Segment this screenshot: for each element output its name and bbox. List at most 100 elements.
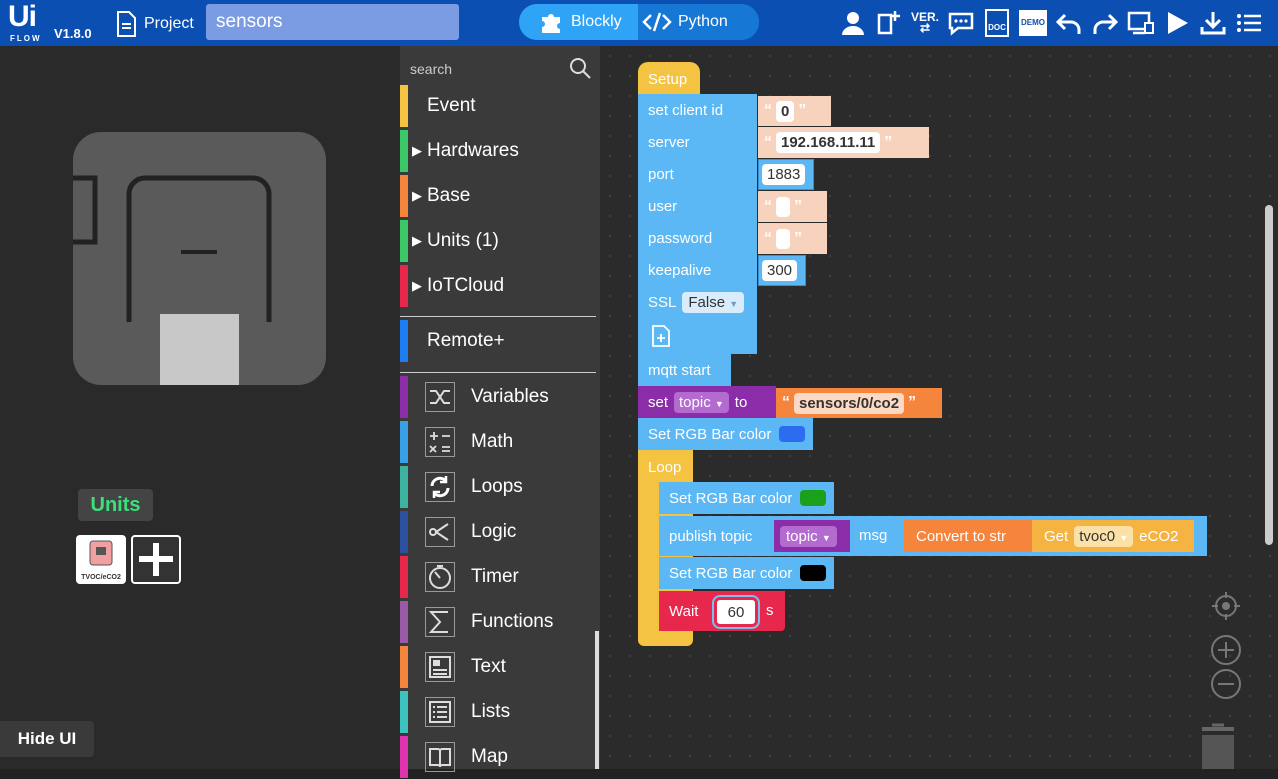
category-functions[interactable]: Functions xyxy=(400,600,596,644)
keepalive-value[interactable]: 300 xyxy=(762,260,798,281)
blockly-mode-button[interactable]: Blockly xyxy=(519,4,638,40)
new-file-icon[interactable] xyxy=(874,8,904,38)
plus-icon xyxy=(139,543,173,576)
rgb-color-swatch-2[interactable] xyxy=(800,490,827,506)
topic-string[interactable]: “sensors/0/co2” xyxy=(776,388,942,418)
category-loops[interactable]: Loops xyxy=(400,465,596,509)
undo-icon[interactable] xyxy=(1054,8,1084,38)
user-icon[interactable] xyxy=(838,8,868,38)
category-text[interactable]: Text xyxy=(400,645,596,689)
doc-icon[interactable]: DOC xyxy=(982,8,1012,38)
get-label: Get xyxy=(1044,527,1069,545)
version-icon[interactable]: VER. ⇄ xyxy=(910,8,940,38)
set-rgb-bar-block-3[interactable]: Set RGB Bar color xyxy=(659,557,834,589)
mqtt-start-block[interactable]: mqtt start xyxy=(638,354,731,386)
wait-value[interactable]: 60 xyxy=(728,604,745,621)
chevron-down-icon: ▼ xyxy=(1119,532,1129,543)
user-value[interactable] xyxy=(776,196,790,217)
get-sensor-block[interactable]: Get tvoc0 ▼ eCO2 xyxy=(1032,520,1194,552)
convert-to-str-block[interactable]: Convert to str xyxy=(904,520,1034,552)
ssl-value: False xyxy=(688,293,726,311)
category-label: Hardwares xyxy=(427,140,519,161)
ssl-label: SSL xyxy=(648,293,677,311)
category-color-bar xyxy=(400,601,408,643)
topic-value[interactable]: sensors/0/co2 xyxy=(794,392,905,414)
workspace-scrollbar[interactable] xyxy=(1265,205,1273,545)
keepalive-number[interactable]: 300 xyxy=(758,255,806,286)
user-label: user xyxy=(648,197,678,215)
variable-dropdown[interactable]: topic ▼ xyxy=(674,391,729,413)
python-mode-button[interactable]: Python xyxy=(638,4,759,40)
category-logic[interactable]: Logic xyxy=(400,510,596,554)
run-icon[interactable] xyxy=(1162,8,1192,38)
project-button[interactable]: Project xyxy=(114,10,194,38)
category-label: Logic xyxy=(471,521,517,542)
wait-label: Wait xyxy=(669,602,699,620)
trash-icon[interactable] xyxy=(1196,721,1240,769)
category-units-1[interactable]: ▶ Units (1) xyxy=(400,219,596,263)
category-lists[interactable]: Lists xyxy=(400,690,596,734)
sensor-dropdown[interactable]: tvoc0 ▼ xyxy=(1074,525,1134,547)
publish-topic-var[interactable]: topic ▼ xyxy=(774,520,850,552)
client-id-value[interactable]: 0 xyxy=(776,100,795,122)
password-string[interactable]: “” xyxy=(758,223,827,254)
set-rgb-bar-block-2[interactable]: Set RGB Bar color xyxy=(659,482,834,514)
rgb-color-swatch-3[interactable] xyxy=(800,565,827,581)
device-icon[interactable] xyxy=(1126,8,1156,38)
category-math[interactable]: Math xyxy=(400,420,596,464)
loop-icon xyxy=(425,472,455,502)
password-value[interactable] xyxy=(776,228,790,249)
shuffle-icon xyxy=(425,382,455,412)
publish-var-dropdown[interactable]: topic ▼ xyxy=(780,525,837,547)
logic-icon xyxy=(425,517,455,547)
download-icon[interactable] xyxy=(1198,8,1228,38)
user-string[interactable]: “” xyxy=(758,191,827,222)
redo-icon[interactable] xyxy=(1090,8,1120,38)
category-label: Remote+ xyxy=(427,330,505,351)
category-map[interactable]: Map xyxy=(400,735,596,779)
category-hardwares[interactable]: ▶ Hardwares xyxy=(400,129,596,173)
python-label: Python xyxy=(678,13,728,30)
zoom-in-icon[interactable] xyxy=(1210,634,1242,666)
add-option-icon[interactable] xyxy=(650,324,672,348)
m5stack-device-preview[interactable] xyxy=(73,132,326,385)
text-icon xyxy=(425,652,455,682)
menu-icon[interactable] xyxy=(1234,8,1264,38)
category-color-bar xyxy=(400,376,408,418)
category-base[interactable]: ▶ Base xyxy=(400,174,596,218)
zoom-out-icon[interactable] xyxy=(1210,668,1242,700)
category-event[interactable]: Event xyxy=(400,84,596,128)
recenter-icon[interactable] xyxy=(1210,590,1242,622)
chat-icon[interactable] xyxy=(946,8,976,38)
category-timer[interactable]: Timer xyxy=(400,555,596,599)
category-label: Text xyxy=(471,656,506,677)
wait-number[interactable]: 60 xyxy=(712,595,760,629)
tvoc-unit-tile[interactable]: TVOC/eCO2 xyxy=(76,535,126,584)
demo-icon[interactable]: DEMO xyxy=(1018,8,1048,38)
hide-ui-button[interactable]: Hide UI xyxy=(0,721,94,757)
set-variable-block[interactable]: set topic ▼ to xyxy=(638,386,776,418)
server-string[interactable]: “192.168.11.11” xyxy=(758,127,929,158)
set-rgb-bar-block[interactable]: Set RGB Bar color xyxy=(638,418,813,450)
logo-subtext: FLOW xyxy=(10,34,42,43)
toolbox-scrollbar[interactable] xyxy=(595,631,599,769)
category-label: Variables xyxy=(471,386,549,407)
blockly-workspace[interactable]: Setup set client id “0” server “192.168.… xyxy=(600,46,1278,769)
port-value[interactable]: 1883 xyxy=(762,164,806,185)
client-id-string[interactable]: “0” xyxy=(758,96,831,126)
msg-label: msg xyxy=(859,527,888,544)
add-unit-button[interactable] xyxy=(131,535,181,584)
port-number[interactable]: 1883 xyxy=(758,159,814,190)
toolbox-divider xyxy=(400,316,596,317)
category-variables[interactable]: Variables xyxy=(400,375,596,419)
search-icon[interactable] xyxy=(568,56,592,80)
port-label: port xyxy=(648,165,674,183)
project-name-input[interactable]: sensors xyxy=(206,4,459,40)
get-sensor-value: tvoc0 xyxy=(1079,527,1116,545)
ssl-dropdown[interactable]: False ▼ xyxy=(682,291,745,313)
rgb-color-swatch[interactable] xyxy=(779,426,806,442)
category-iotcloud[interactable]: ▶ IoTCloud xyxy=(400,264,596,308)
category-remote[interactable]: Remote+ xyxy=(400,319,596,363)
setup-block[interactable]: Setup xyxy=(638,62,700,96)
server-value[interactable]: 192.168.11.11 xyxy=(776,132,881,153)
